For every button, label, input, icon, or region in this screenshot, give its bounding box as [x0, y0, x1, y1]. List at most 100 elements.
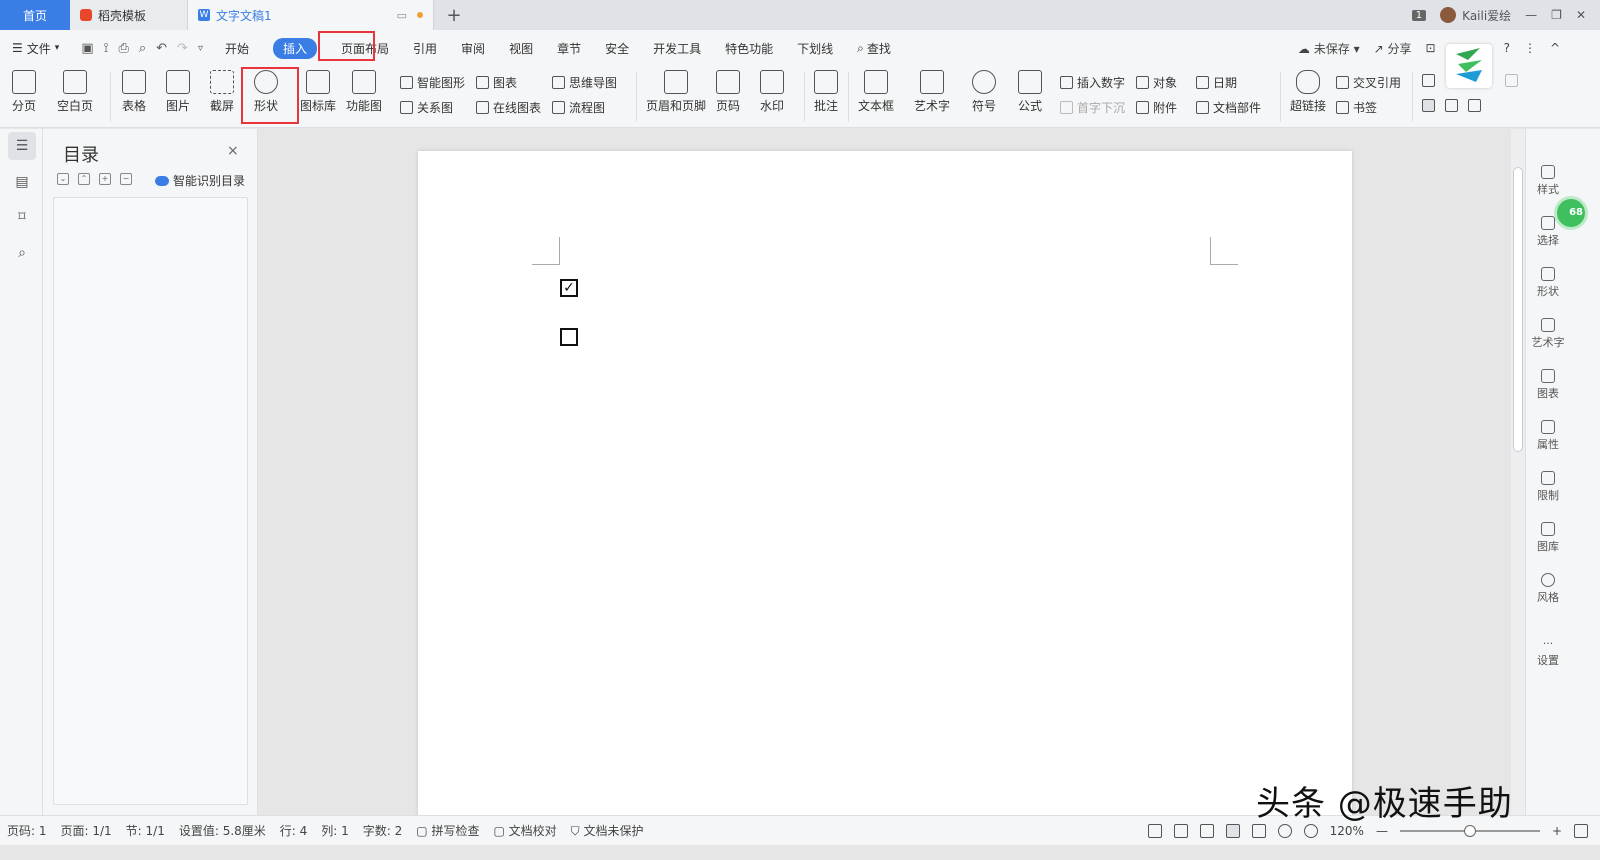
page-break-button[interactable]: 分页 — [12, 70, 36, 114]
date-button[interactable]: 日期 — [1196, 74, 1237, 91]
flowchart-button[interactable]: 流程图 — [552, 99, 605, 116]
smart-art-button[interactable]: 智能图形 — [400, 74, 465, 91]
page-view-icon[interactable] — [1422, 99, 1435, 112]
chapter-nav-icon[interactable]: ▤ — [8, 168, 36, 196]
wordart-button[interactable]: 艺术字 — [914, 70, 950, 114]
restore-button[interactable]: ❐ — [1551, 8, 1562, 22]
unchecked-box-icon[interactable] — [560, 328, 578, 346]
print-icon[interactable]: ⎙ — [118, 41, 128, 56]
close-window-button[interactable]: ✕ — [1576, 8, 1586, 22]
crossref-button[interactable]: 交叉引用 — [1336, 74, 1401, 91]
screenshot-button[interactable]: 截屏 — [210, 70, 234, 114]
fit-page-icon[interactable] — [1574, 823, 1588, 838]
document-page[interactable]: ✓ — [418, 151, 1352, 815]
minimize-button[interactable]: — — [1525, 8, 1537, 22]
protect-status[interactable]: ⛉ 文档未保护 — [564, 822, 651, 839]
tab-underline[interactable]: 下划线 — [785, 30, 845, 66]
object-button[interactable]: 对象 — [1136, 74, 1177, 91]
chart-button[interactable]: 图表 — [476, 74, 517, 91]
add-level-icon[interactable]: + — [99, 173, 111, 185]
spell-check-button[interactable]: ▢ 拼写检查 — [409, 822, 486, 839]
tab-start[interactable]: 开始 — [213, 30, 261, 66]
batch-icon[interactable]: ⊡ — [1426, 41, 1436, 55]
hyperlink-button[interactable]: 超链接 — [1290, 70, 1326, 114]
shape-panel-button[interactable]: 形状 — [1530, 267, 1566, 299]
header-footer-button[interactable]: 页眉和页脚 — [646, 70, 706, 114]
zoom-level[interactable]: 120% — [1330, 824, 1364, 838]
bookmark-button[interactable]: 书签 — [1336, 99, 1377, 116]
expand-all-icon[interactable]: ⌃ — [78, 173, 90, 185]
insert-number-button[interactable]: 插入数字 — [1060, 74, 1125, 91]
view-mode-icon[interactable] — [1422, 74, 1435, 87]
attachment-button[interactable]: 附件 — [1136, 99, 1177, 116]
tab-document[interactable]: W 文字文稿1 ▭ — [188, 0, 434, 30]
fullscreen-icon[interactable] — [1147, 823, 1162, 838]
textbox-button[interactable]: 文本框 — [858, 70, 894, 114]
chart-panel-button[interactable]: 图表 — [1530, 369, 1566, 401]
read-mode-icon[interactable] — [1173, 823, 1188, 838]
remove-level-icon[interactable]: − — [120, 173, 132, 185]
undo-icon[interactable]: ↶ — [156, 41, 167, 56]
smart-toc-button[interactable]: 智能识别目录 — [155, 172, 245, 189]
symbol-button[interactable]: 符号 — [972, 70, 996, 114]
share-button[interactable]: ↗ 分享 — [1374, 40, 1412, 57]
wordart-panel-button[interactable]: 艺术字 — [1530, 318, 1566, 350]
scrollbar-thumb[interactable] — [1513, 167, 1523, 452]
outline-mode-icon[interactable] — [1251, 823, 1266, 838]
zoom-out-button[interactable]: — — [1376, 824, 1388, 838]
online-chart-button[interactable]: 在线图表 — [476, 99, 541, 116]
tab-developer[interactable]: 开发工具 — [641, 30, 713, 66]
picture-button[interactable]: 图片 — [166, 70, 190, 114]
find-nav-icon[interactable]: ⌕ — [8, 239, 36, 267]
format-painter-icon[interactable]: ⟟ — [104, 41, 109, 56]
zoom-slider-handle[interactable] — [1463, 824, 1476, 837]
page-mode-icon[interactable] — [1225, 823, 1240, 838]
close-icon[interactable]: × — [227, 143, 239, 159]
vertical-scrollbar[interactable] — [1511, 129, 1525, 815]
tab-template[interactable]: 稻壳模板 — [70, 0, 188, 30]
checked-box-icon[interactable]: ✓ — [560, 279, 578, 297]
monitor-icon[interactable]: ▭ — [397, 9, 407, 22]
page-number-button[interactable]: 页码 — [716, 70, 740, 114]
collapse-all-icon[interactable]: ⌄ — [57, 173, 69, 185]
function-chart-button[interactable]: 功能图 — [346, 70, 382, 114]
tab-security[interactable]: 安全 — [593, 30, 641, 66]
redo-icon[interactable]: ↷ — [177, 41, 188, 56]
dropcap-button[interactable]: 首字下沉 — [1060, 99, 1125, 116]
new-tab-button[interactable]: + — [434, 0, 474, 30]
gallery-panel-button[interactable]: 图库 — [1530, 522, 1566, 554]
edit-mode-icon[interactable] — [1199, 823, 1214, 838]
help-button[interactable]: ? — [1504, 41, 1510, 55]
mindmap-button[interactable]: 思维导图 — [552, 74, 617, 91]
zoom-slider[interactable] — [1399, 824, 1540, 837]
comment-button[interactable]: 批注 — [814, 70, 838, 114]
tab-home[interactable]: 首页 — [0, 0, 70, 30]
web-mode-icon[interactable] — [1277, 823, 1292, 838]
doc-part-button[interactable]: 文档部件 — [1196, 99, 1261, 116]
relation-button[interactable]: 关系图 — [400, 99, 453, 116]
user-account[interactable]: Kaili爱绘 — [1440, 7, 1511, 24]
style-panel-button[interactable]: 样式 — [1530, 165, 1566, 197]
tab-review[interactable]: 审阅 — [449, 30, 497, 66]
collapse-ribbon-button[interactable]: ^ — [1550, 41, 1560, 55]
assistant-bubble[interactable]: 68 — [1554, 196, 1588, 230]
tab-references[interactable]: 引用 — [401, 30, 449, 66]
theme-panel-button[interactable]: 风格 — [1530, 573, 1566, 605]
save-icon[interactable]: ▣ — [81, 41, 93, 56]
table-button[interactable]: 表格 — [122, 70, 146, 114]
watermark-button[interactable]: 水印 — [760, 70, 784, 114]
formula-button[interactable]: 公式 — [1018, 70, 1042, 114]
window-count-badge[interactable]: 1 — [1411, 9, 1427, 21]
blank-page-button[interactable]: 空白页 — [57, 70, 93, 114]
property-panel-button[interactable]: 属性 — [1530, 420, 1566, 452]
status-words[interactable]: 字数: 2 — [356, 822, 410, 839]
web-view-icon[interactable] — [1445, 99, 1458, 112]
more-button[interactable]: ⋮ — [1524, 41, 1536, 55]
view-mode-icon[interactable] — [1505, 74, 1518, 87]
tab-chapter[interactable]: 章节 — [545, 30, 593, 66]
file-menu[interactable]: ☰ 文件 ▾ — [0, 30, 71, 66]
tab-features[interactable]: 特色功能 — [713, 30, 785, 66]
tab-view[interactable]: 视图 — [497, 30, 545, 66]
customize-icon[interactable]: ▿ — [198, 43, 203, 54]
proofread-button[interactable]: ▢ 文档校对 — [486, 822, 563, 839]
